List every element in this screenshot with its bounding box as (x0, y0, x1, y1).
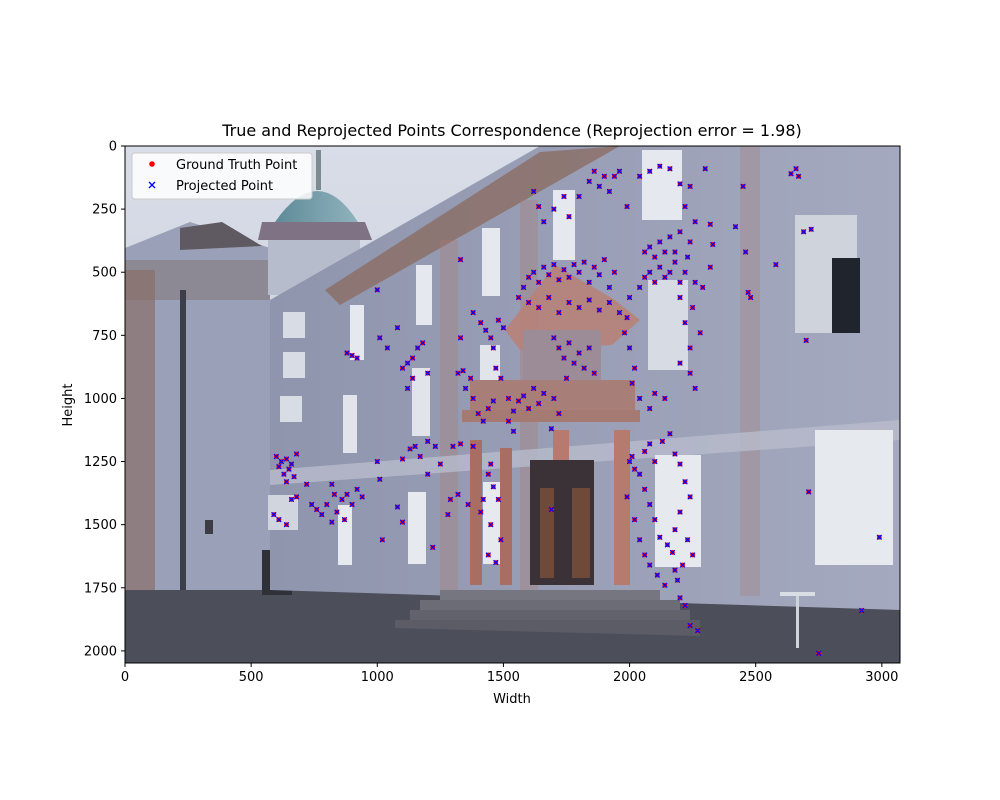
y-axis-label: Height (61, 384, 76, 427)
y-tick-label: 2000 (84, 644, 117, 659)
y-tick-label: 750 (92, 329, 117, 344)
x-tick-label: 2000 (613, 670, 646, 685)
background-photo (125, 146, 900, 663)
y-tick-label: 250 (92, 203, 117, 218)
y-tick-label: 0 (109, 140, 117, 155)
y-tick-label: 1500 (84, 518, 117, 533)
legend: Ground Truth Point Projected Point (131, 152, 313, 200)
x-tick-label: 0 (121, 670, 129, 685)
legend-gt-label: Ground Truth Point (176, 158, 297, 173)
y-axis: 0 250 500 750 1000 1250 1500 1750 2000 (84, 140, 125, 659)
y-tick-label: 1250 (84, 455, 117, 470)
x-axis-label: Width (493, 692, 531, 707)
chart-title: True and Reprojected Points Corresponden… (221, 121, 802, 140)
legend-proj-label: Projected Point (176, 179, 273, 194)
x-tick-label: 1500 (487, 670, 520, 685)
legend-gt-marker (149, 161, 155, 167)
x-tick-label: 3000 (865, 670, 898, 685)
x-tick-label: 500 (239, 670, 264, 685)
x-axis: 0 500 1000 1500 2000 2500 3000 (121, 663, 898, 685)
figure: 0 500 1000 1500 2000 2500 3000 0 250 500 750 1000 1… (61, 121, 901, 707)
x-tick-label: 1000 (361, 670, 394, 685)
x-tick-label: 2500 (739, 670, 772, 685)
y-tick-label: 1750 (84, 581, 117, 596)
y-tick-label: 500 (92, 266, 117, 281)
y-tick-label: 1000 (84, 392, 117, 407)
